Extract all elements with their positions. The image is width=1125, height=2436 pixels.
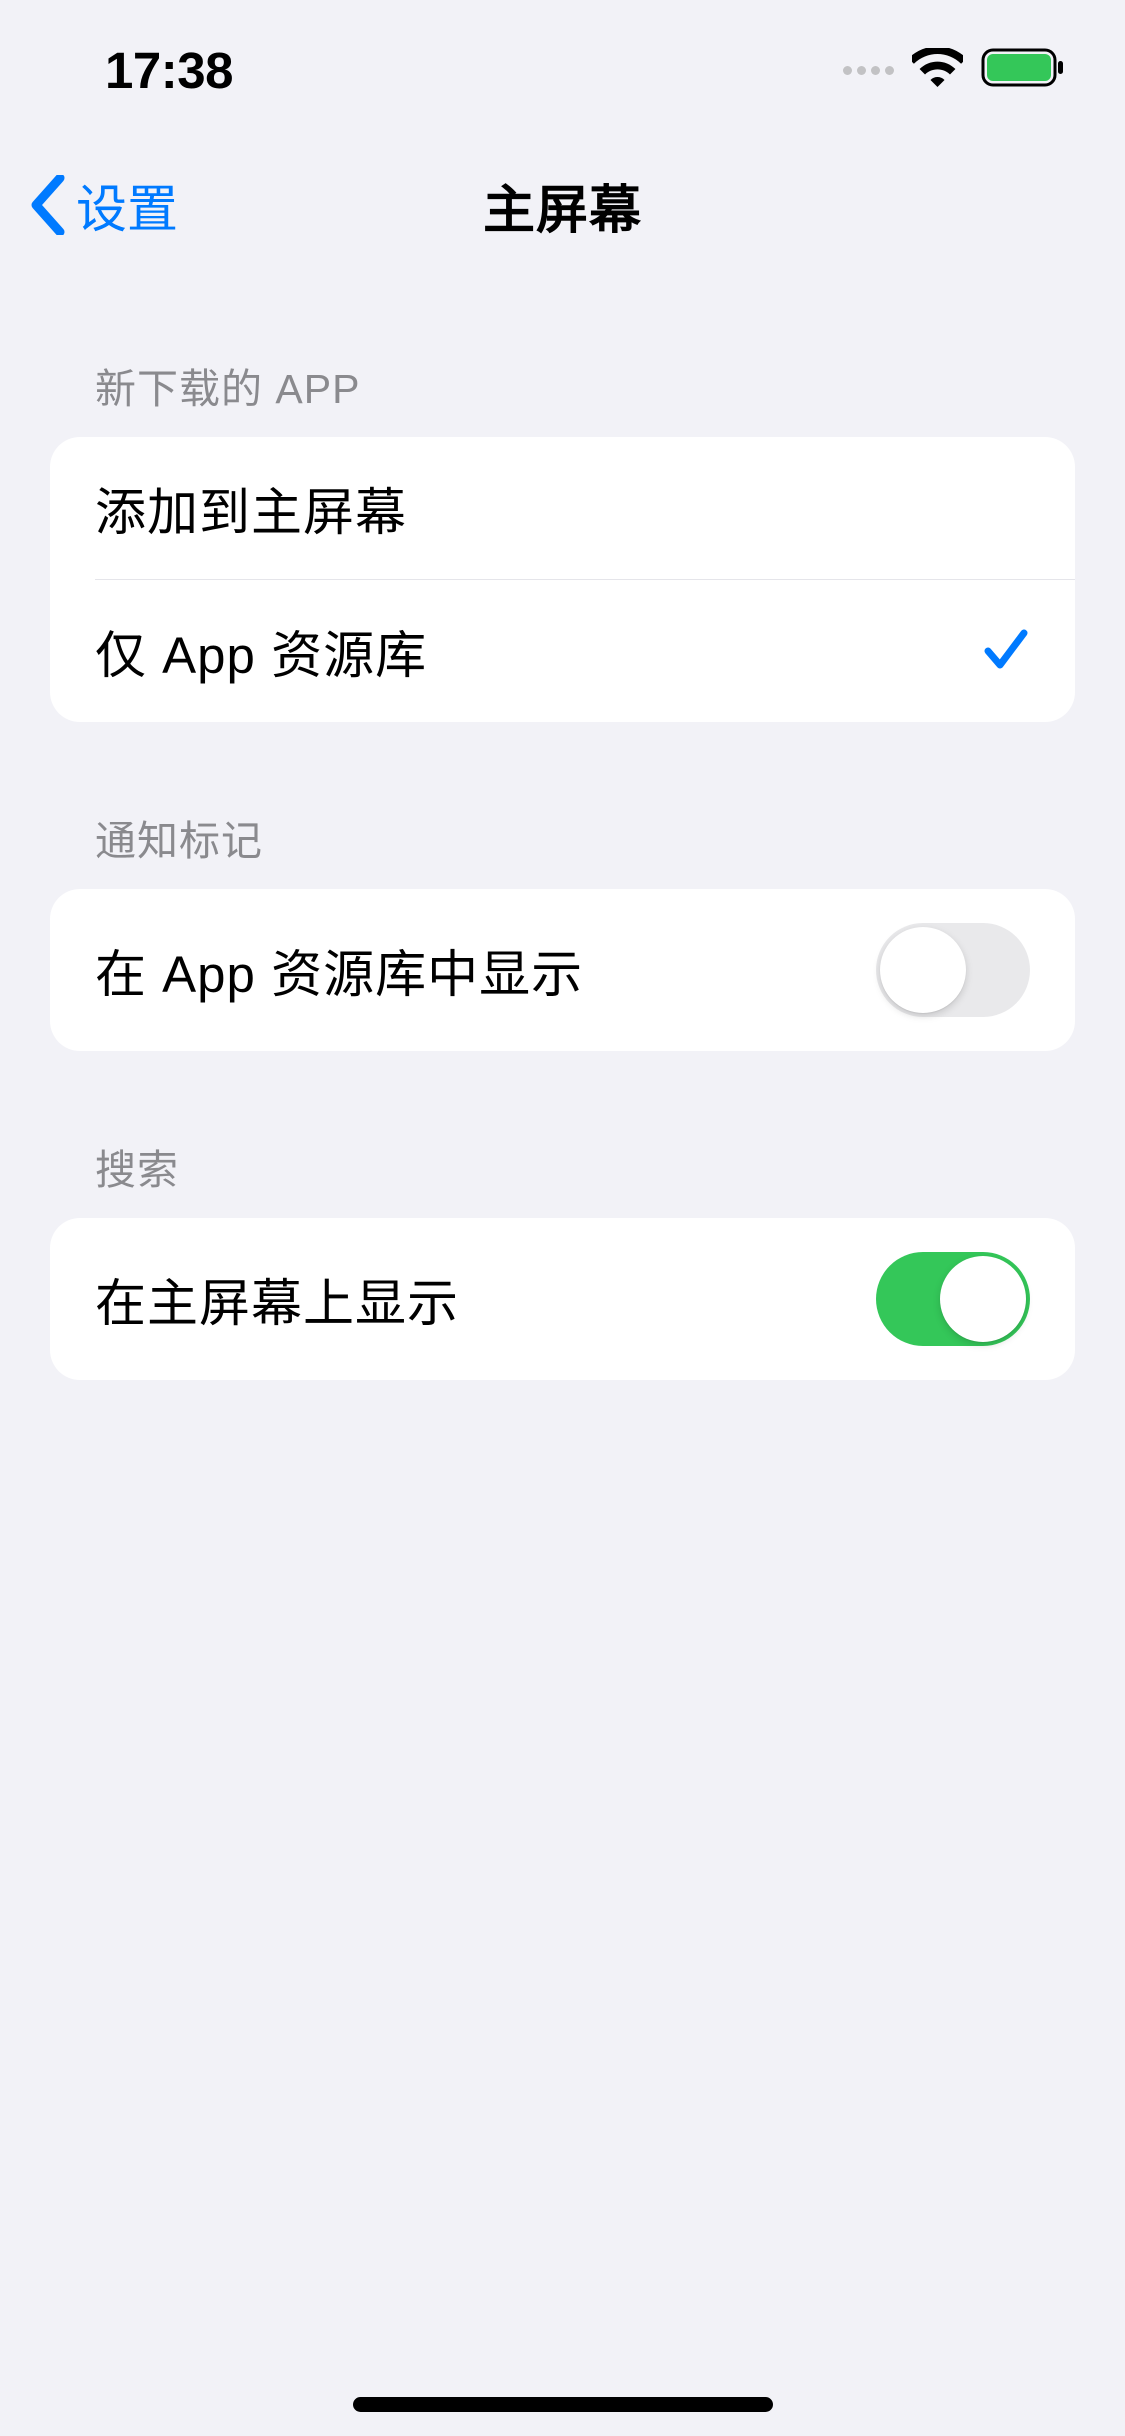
- toggle-show-on-home[interactable]: [876, 1252, 1030, 1346]
- checkmark-icon: [982, 625, 1030, 678]
- option-app-library-only[interactable]: 仅 App 资源库: [95, 579, 1075, 722]
- row-show-on-home: 在主屏幕上显示: [50, 1218, 1075, 1380]
- toggle-label: 在主屏幕上显示: [95, 1262, 459, 1336]
- group-new-apps: 添加到主屏幕 仅 App 资源库: [50, 437, 1075, 722]
- cellular-icon: [843, 66, 894, 75]
- navigation-bar: 设置 主屏幕: [0, 140, 1125, 270]
- battery-icon: [981, 48, 1065, 92]
- section-header-badges: 通知标记: [50, 722, 1075, 889]
- chevron-left-icon: [30, 175, 66, 235]
- toggle-show-in-app-library[interactable]: [876, 923, 1030, 1017]
- toggle-label: 在 App 资源库中显示: [95, 933, 583, 1007]
- page-title: 主屏幕: [483, 168, 642, 243]
- group-search: 在主屏幕上显示: [50, 1218, 1075, 1380]
- option-label: 仅 App 资源库: [95, 614, 427, 688]
- status-indicators: [843, 48, 1065, 92]
- option-label: 添加到主屏幕: [95, 471, 407, 545]
- home-indicator[interactable]: [353, 2397, 773, 2412]
- back-label: 设置: [76, 168, 178, 242]
- content: 新下载的 APP 添加到主屏幕 仅 App 资源库 通知标记 在 App 资源库…: [0, 270, 1125, 1380]
- option-add-to-home[interactable]: 添加到主屏幕: [50, 437, 1075, 579]
- status-time: 17:38: [105, 41, 233, 100]
- back-button[interactable]: 设置: [30, 168, 178, 242]
- group-badges: 在 App 资源库中显示: [50, 889, 1075, 1051]
- wifi-icon: [912, 48, 963, 92]
- row-show-in-app-library: 在 App 资源库中显示: [50, 889, 1075, 1051]
- section-header-new-apps: 新下载的 APP: [50, 270, 1075, 437]
- section-header-search: 搜索: [50, 1051, 1075, 1218]
- status-bar: 17:38: [0, 0, 1125, 140]
